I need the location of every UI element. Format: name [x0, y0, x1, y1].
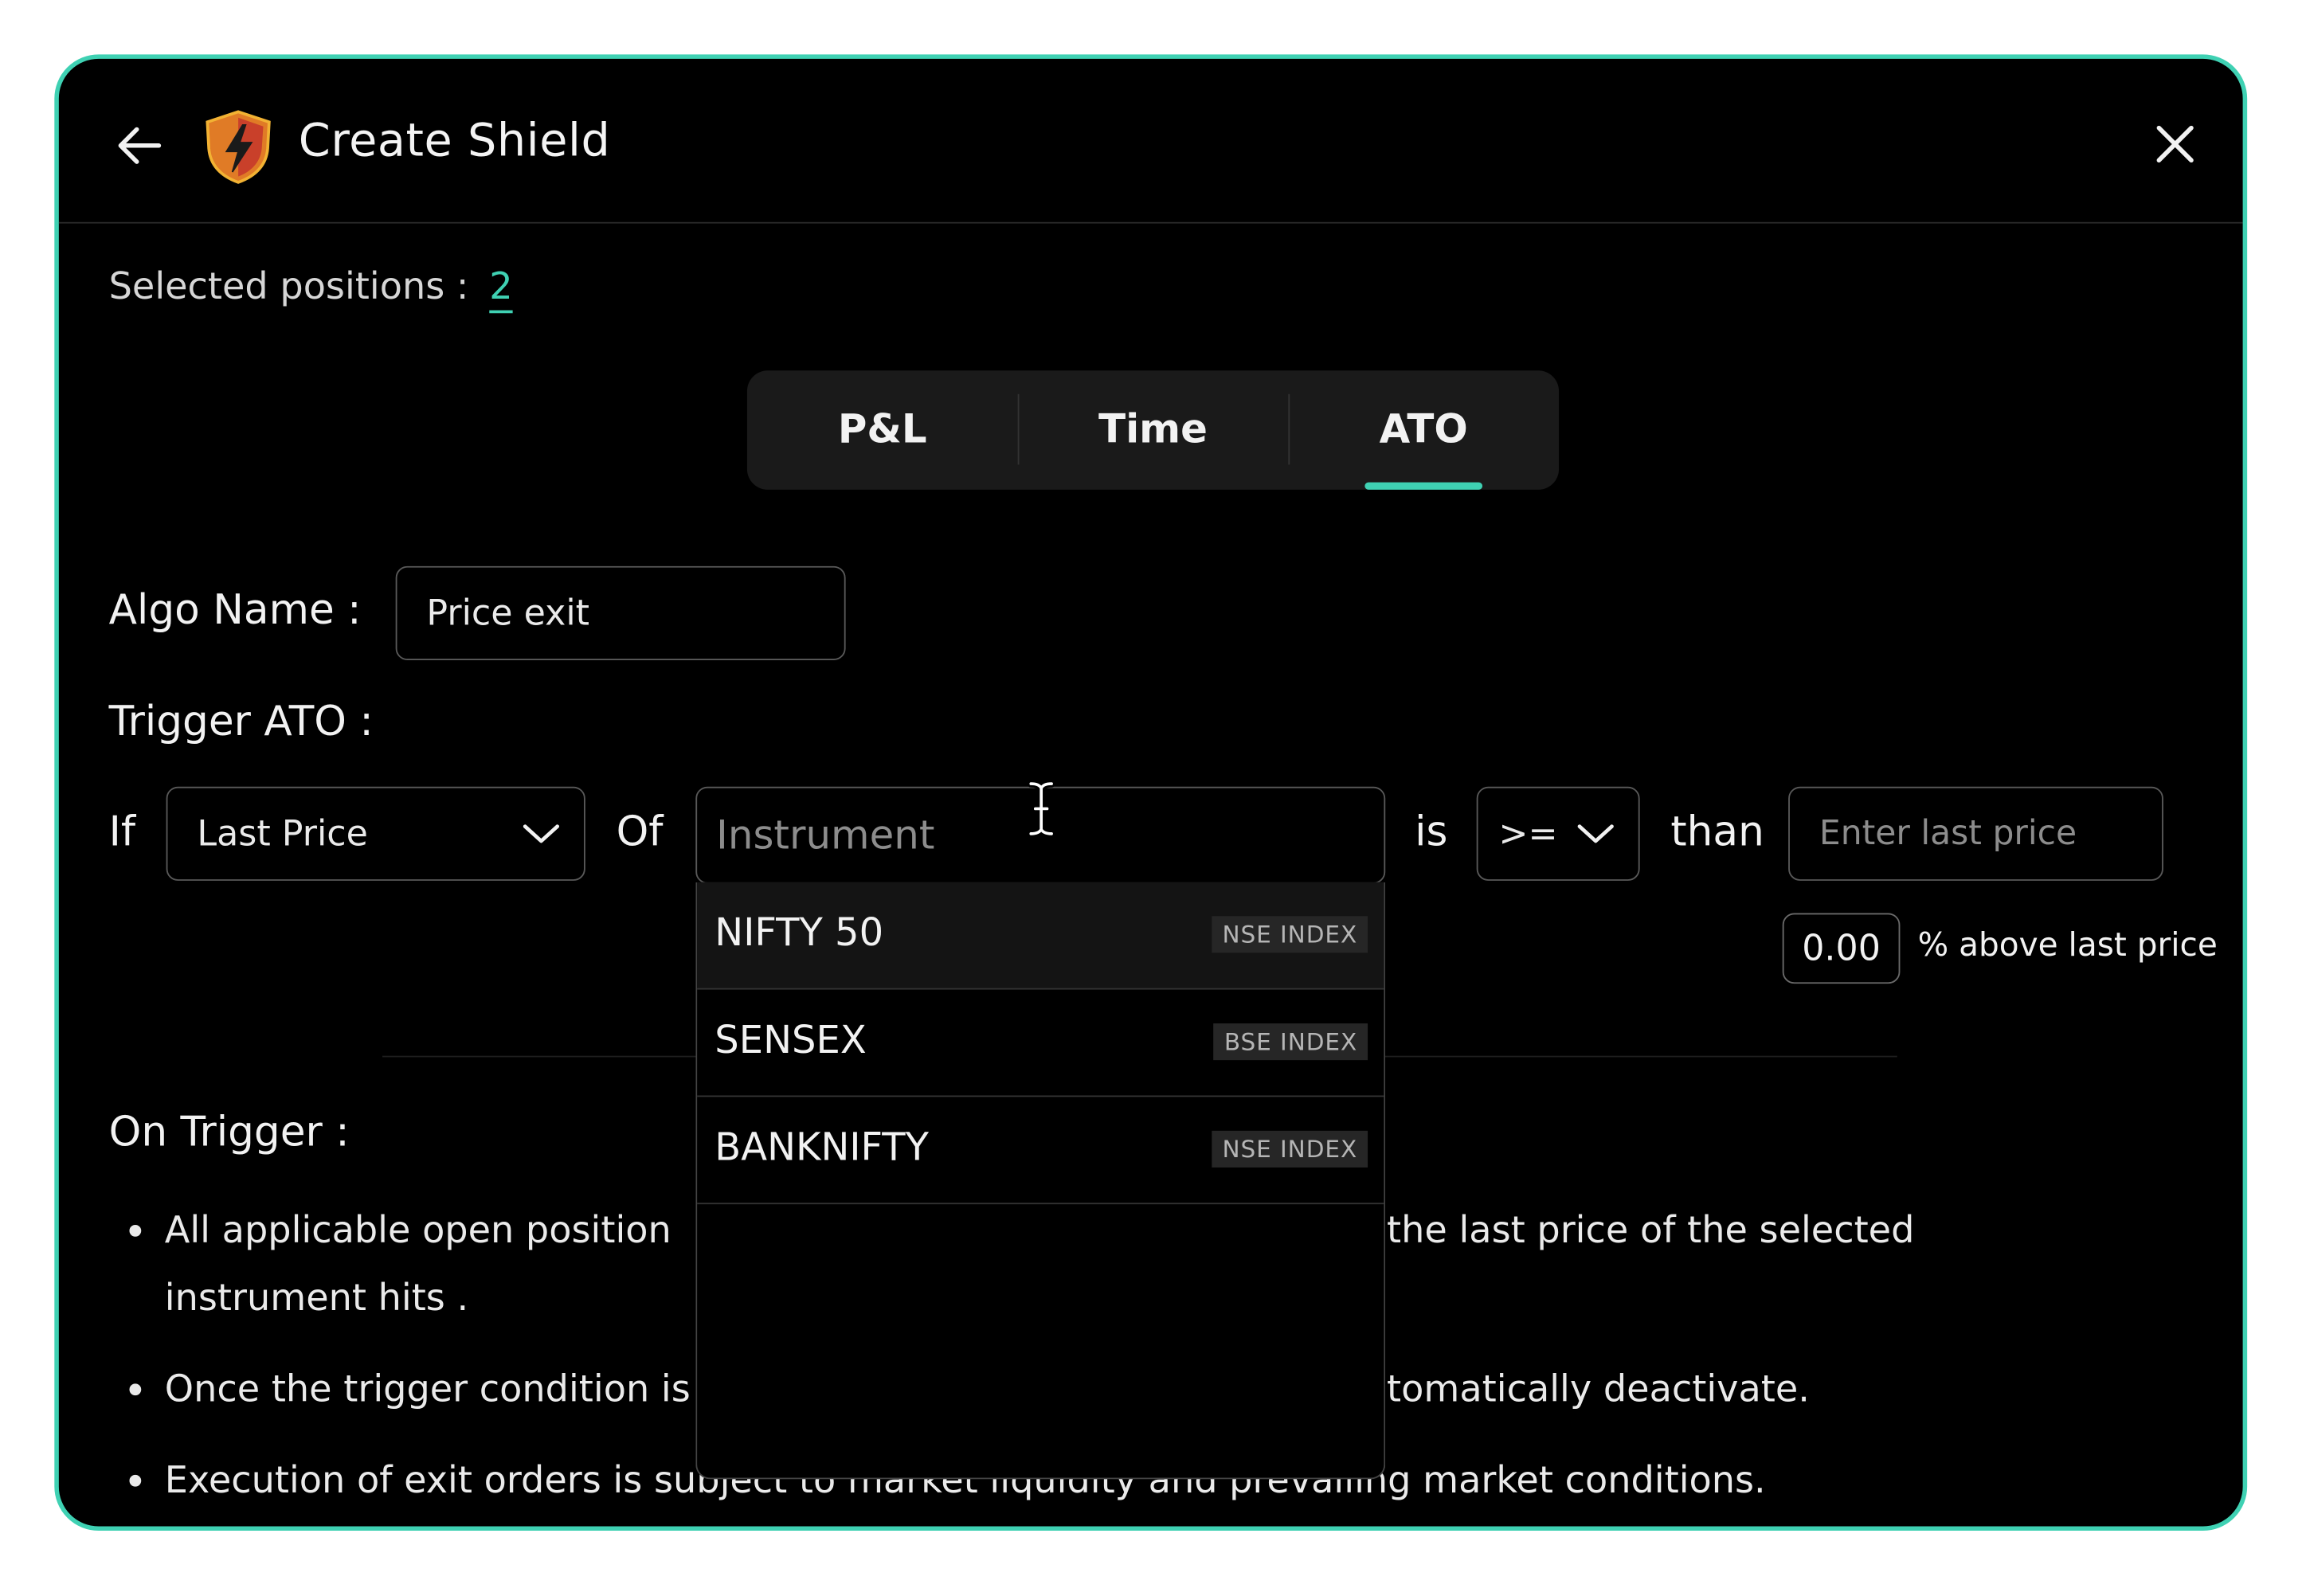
instrument-dropdown: NIFTY 50 NSE INDEX SENSEX BSE INDEX BANK…	[695, 882, 1386, 1480]
exchange-badge: NSE INDEX	[1212, 916, 1368, 953]
selected-positions-count[interactable]: 2	[489, 264, 512, 307]
list-item[interactable]: NIFTY 50 NSE INDEX	[697, 882, 1384, 990]
algo-name-value: Price exit	[426, 593, 590, 634]
exchange-badge: BSE INDEX	[1213, 1023, 1368, 1061]
mode-tabs: P&L Time ATO	[746, 370, 1560, 490]
on-trigger-label: On Trigger :	[108, 1107, 350, 1156]
on-trigger-list: All applicable open position the last pr…	[127, 1203, 1914, 1512]
selected-positions: Selected positions : 2	[109, 264, 513, 307]
list-item: Execution of exit orders is subject to m…	[127, 1453, 1766, 1512]
algo-name-input[interactable]: Price exit	[395, 565, 846, 660]
list-item[interactable]: BANKNIFTY NSE INDEX	[697, 1097, 1384, 1205]
percent-input[interactable]: 0.00	[1782, 913, 1901, 984]
text-cursor-icon	[1027, 780, 1055, 838]
exchange-badge: NSE INDEX	[1212, 1130, 1368, 1168]
if-label: If	[108, 807, 136, 856]
page-title: Create Shield	[298, 115, 611, 168]
bullet-2-start: Once the trigger condition is	[164, 1367, 691, 1410]
instrument-name: BANKNIFTY	[715, 1126, 929, 1171]
instrument-name: NIFTY 50	[715, 911, 884, 956]
operator-value: >=	[1498, 813, 1558, 855]
price-type-value: Last Price	[197, 813, 368, 855]
shield-lightning-icon	[206, 110, 271, 184]
chevron-down-icon	[523, 824, 560, 843]
percent-value: 0.00	[1802, 928, 1881, 969]
arrow-left-icon[interactable]	[115, 120, 165, 170]
canvas: Create Shield Selected positions : 2 P&L…	[0, 0, 2306, 1595]
instrument-placeholder: Instrument	[716, 812, 935, 859]
tab-pnl[interactable]: P&L	[747, 370, 1018, 490]
instrument-name: SENSEX	[715, 1019, 867, 1063]
last-price-input[interactable]: Enter last price	[1788, 786, 2163, 881]
operator-select[interactable]: >=	[1476, 786, 1640, 881]
bullet-1-start: All applicable open position	[164, 1208, 671, 1252]
close-icon[interactable]	[2155, 123, 2196, 165]
tab-time[interactable]: Time	[1017, 370, 1289, 490]
percent-label: % above last price	[1917, 928, 2218, 965]
last-price-placeholder: Enter last price	[1819, 814, 2077, 853]
than-label: than	[1670, 807, 1764, 856]
selected-positions-label: Selected positions :	[108, 264, 469, 307]
price-type-select[interactable]: Last Price	[166, 786, 585, 881]
of-label: Of	[616, 807, 664, 856]
create-shield-modal: Create Shield Selected positions : 2 P&L…	[54, 54, 2248, 1531]
tab-ato[interactable]: ATO	[1288, 370, 1559, 490]
trigger-ato-label: Trigger ATO :	[108, 697, 374, 746]
list-item: Once the trigger condition is tomaticall…	[127, 1362, 1810, 1453]
bullet-1-end: the last price of the selected	[1387, 1208, 1915, 1252]
algo-name-label: Algo Name :	[108, 585, 362, 634]
list-item: All applicable open position the last pr…	[127, 1203, 1914, 1361]
chevron-down-icon	[1577, 824, 1614, 843]
bullet-1-line2: instrument hits .	[164, 1276, 469, 1320]
list-item[interactable]: SENSEX BSE INDEX	[697, 990, 1384, 1097]
bullet-2-end: tomatically deactivate.	[1387, 1367, 1810, 1410]
is-label: is	[1415, 807, 1448, 856]
modal-header: Create Shield	[58, 59, 2243, 224]
